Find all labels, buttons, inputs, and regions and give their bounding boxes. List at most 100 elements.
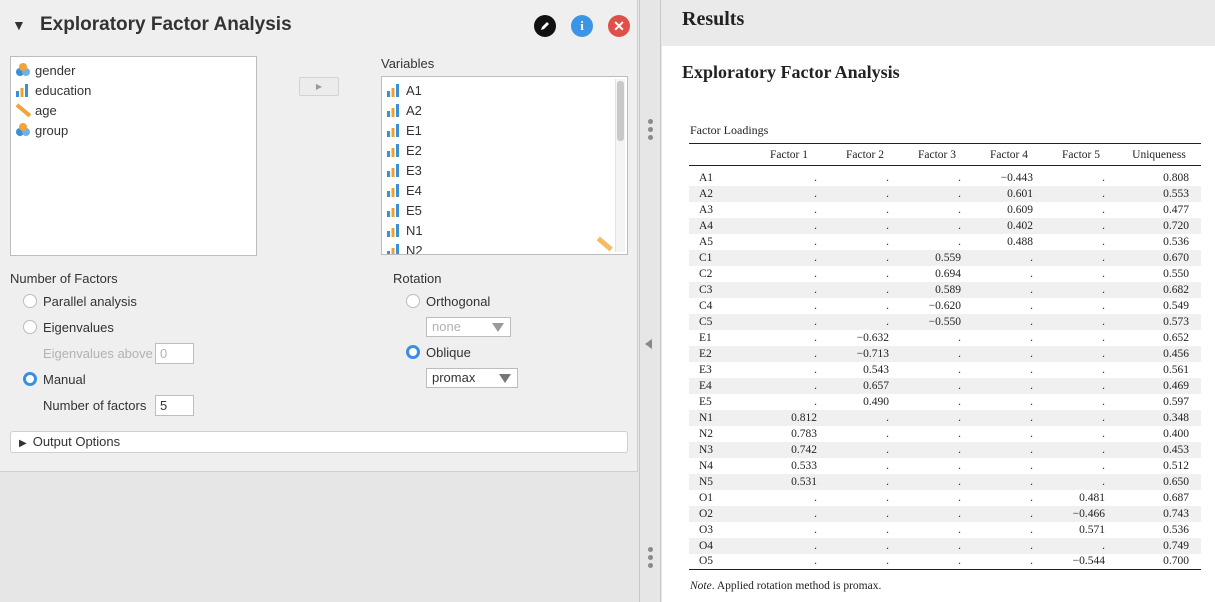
table-row: N1 0.812.... 0.348 bbox=[689, 409, 1201, 426]
source-variable-item[interactable]: age bbox=[11, 100, 256, 120]
table-row: E4. 0.657... 0.469 bbox=[689, 377, 1201, 394]
orthogonal-method-select[interactable]: none bbox=[426, 317, 511, 337]
table-cell: 0.720 bbox=[1117, 217, 1201, 234]
variables-scrollbar[interactable] bbox=[615, 79, 625, 252]
table-cell: 0.456 bbox=[1117, 345, 1201, 362]
assigned-variable-item[interactable]: A1 bbox=[382, 80, 627, 100]
assigned-variable-item[interactable]: E3 bbox=[382, 160, 627, 180]
source-variable-item[interactable]: gender bbox=[11, 60, 256, 80]
assigned-variable-item[interactable]: E5 bbox=[382, 200, 627, 220]
assigned-variable-item[interactable]: A2 bbox=[382, 100, 627, 120]
column-header: Factor 4 bbox=[973, 143, 1045, 166]
assign-variable-button[interactable]: ▶ bbox=[299, 77, 339, 96]
table-row: C2.. 0.694.. 0.550 bbox=[689, 266, 1201, 282]
table-cell: . bbox=[749, 537, 829, 554]
oblique-radio[interactable] bbox=[406, 345, 420, 359]
output-options-section[interactable]: ▶ Output Options bbox=[10, 431, 628, 453]
table-cell: . bbox=[1045, 441, 1117, 458]
row-label: C1 bbox=[689, 249, 749, 266]
table-cell: . bbox=[1102, 235, 1105, 248]
table-cell: . bbox=[1030, 491, 1033, 504]
table-cell: . bbox=[958, 427, 961, 440]
oblique-method-select[interactable]: promax bbox=[426, 368, 518, 388]
table-row: E3. 0.543... 0.561 bbox=[689, 362, 1201, 378]
table-cell: . bbox=[829, 441, 901, 458]
source-variable-item[interactable]: education bbox=[11, 80, 256, 100]
table-cell: . bbox=[814, 267, 817, 280]
table-cell: . bbox=[958, 459, 961, 472]
close-analysis-button[interactable]: ✕ bbox=[608, 15, 630, 37]
table-row: O4..... 0.749 bbox=[689, 537, 1201, 554]
table-cell: . bbox=[901, 537, 973, 554]
assigned-variable-item[interactable]: E1 bbox=[382, 120, 627, 140]
pane-splitter[interactable] bbox=[639, 0, 661, 602]
assigned-variable-item[interactable]: E2 bbox=[382, 140, 627, 160]
note-text: . Applied rotation method is promax. bbox=[711, 580, 882, 592]
number-of-factors-input[interactable]: 5 bbox=[155, 395, 194, 416]
orthogonal-radio[interactable] bbox=[406, 294, 420, 308]
scrollbar-thumb[interactable] bbox=[617, 81, 624, 141]
table-cell: . bbox=[749, 281, 829, 298]
number-of-factors-input-label: Number of factors bbox=[43, 398, 147, 413]
source-variable-label: age bbox=[35, 102, 57, 118]
table-cell: −0.620 bbox=[928, 299, 961, 312]
edit-title-button[interactable] bbox=[534, 15, 556, 37]
info-button[interactable]: i bbox=[571, 15, 593, 37]
table-cell: 0.694 bbox=[935, 267, 961, 280]
table-cell: . bbox=[958, 523, 961, 536]
eigenvalues-radio[interactable] bbox=[23, 320, 37, 334]
table-cell: 0.650 bbox=[1117, 473, 1201, 490]
assigned-variable-item[interactable]: E4 bbox=[382, 180, 627, 200]
table-cell: . bbox=[829, 537, 901, 554]
row-label: A2 bbox=[689, 185, 749, 202]
table-cell: . bbox=[829, 313, 901, 330]
table-cell: 0.512 bbox=[1163, 459, 1189, 472]
splitter-grip-dot bbox=[648, 135, 653, 140]
assigned-variable-label: N1 bbox=[406, 222, 423, 238]
row-label: C3 bbox=[689, 281, 749, 298]
row-label: N3 bbox=[689, 441, 749, 458]
row-label: A5 bbox=[699, 235, 714, 248]
table-cell: 0.571 bbox=[1079, 523, 1105, 536]
source-variable-item[interactable]: group bbox=[11, 120, 256, 140]
table-cell: . bbox=[829, 185, 901, 202]
target-variables-list[interactable]: A1 A2 E1 E2 E3 E4 E5 N1 N2 bbox=[381, 76, 628, 255]
table-cell: 0.561 bbox=[1163, 363, 1189, 376]
output-options-label: Output Options bbox=[32, 434, 121, 449]
table-row: A3... 0.609. 0.477 bbox=[689, 202, 1201, 218]
table-cell: . bbox=[814, 203, 817, 216]
source-variables-list[interactable]: gender education age group bbox=[10, 56, 257, 256]
table-cell: . bbox=[1045, 217, 1117, 234]
row-label: N2 bbox=[699, 427, 714, 440]
splitter-grip-dot bbox=[648, 119, 653, 124]
table-cell: . bbox=[958, 363, 961, 376]
table-cell: . bbox=[1102, 331, 1105, 344]
table-cell: . bbox=[1045, 377, 1117, 394]
table-cell: . bbox=[829, 553, 901, 570]
parallel-analysis-radio[interactable] bbox=[23, 294, 37, 308]
dropdown-caret-icon bbox=[492, 323, 504, 332]
table-cell: 0.488 bbox=[1007, 235, 1033, 248]
table-cell: . bbox=[829, 473, 901, 490]
table-cell: . bbox=[958, 171, 961, 184]
table-row: N4 0.533.... 0.512 bbox=[689, 458, 1201, 474]
table-cell: . bbox=[1102, 363, 1105, 376]
collapse-left-icon[interactable] bbox=[645, 339, 652, 349]
close-icon: ✕ bbox=[613, 17, 625, 34]
note-label: Note bbox=[690, 580, 712, 592]
scale-drop-hint-icon bbox=[596, 236, 613, 252]
table-row: A5... 0.488. 0.536 bbox=[689, 234, 1201, 250]
assigned-variable-item[interactable]: N1 bbox=[382, 220, 627, 240]
table-cell: 0.543 bbox=[863, 363, 889, 376]
table-row: O2.... −0.466 0.743 bbox=[689, 505, 1201, 522]
table-cell: . bbox=[829, 409, 901, 426]
table-cell: . bbox=[886, 523, 889, 536]
assigned-variable-item[interactable]: N2 bbox=[382, 240, 627, 254]
ordinal-icon bbox=[386, 123, 402, 137]
manual-radio[interactable] bbox=[23, 372, 37, 386]
eigenvalues-above-input[interactable]: 0 bbox=[155, 343, 194, 364]
table-cell: −0.713 bbox=[829, 345, 901, 362]
eigenvalues-above-label: Eigenvalues above bbox=[43, 346, 153, 361]
table-cell: . bbox=[814, 331, 817, 344]
collapse-arrow-icon[interactable]: ▼ bbox=[12, 17, 26, 33]
